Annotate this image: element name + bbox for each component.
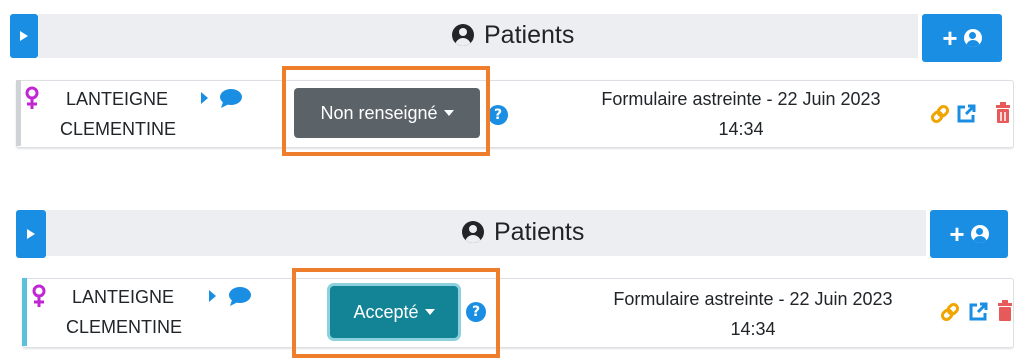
expand-sidebar-button[interactable] (16, 210, 46, 258)
plus-icon: + (949, 219, 965, 249)
comment-icon[interactable] (228, 286, 252, 306)
user-circle-icon (963, 29, 982, 47)
user-circle-icon (970, 225, 989, 243)
panel-title: Patients (462, 214, 584, 250)
question-circle-icon[interactable]: ? (488, 105, 508, 125)
user-circle-icon (452, 24, 474, 46)
patient-name: LANTEIGNE CLEMENTINE (60, 89, 177, 139)
patient-name: LANTEIGNE CLEMENTINE (66, 287, 183, 337)
link-icon[interactable] (930, 104, 950, 124)
add-patient-button[interactable]: + (922, 14, 1002, 62)
external-link-icon[interactable] (968, 302, 988, 322)
form-info: Formulaire astreinte - 22 Juin 2023 14:3… (613, 289, 893, 339)
form-info: Formulaire astreinte - 22 Juin 2023 14:3… (601, 89, 881, 139)
highlight-box (292, 268, 500, 358)
row-accent-bar (22, 278, 27, 346)
highlight-box (282, 66, 490, 156)
chevron-right-icon (27, 229, 35, 239)
trash-icon[interactable] (994, 102, 1012, 124)
trash-icon[interactable] (996, 300, 1014, 322)
user-circle-icon (462, 221, 484, 243)
comment-icon[interactable] (219, 88, 243, 108)
female-icon (32, 284, 46, 307)
caret-right-icon[interactable] (209, 290, 217, 302)
plus-icon: + (942, 23, 958, 53)
expand-sidebar-button[interactable] (10, 14, 38, 58)
add-patient-button[interactable]: + (930, 210, 1008, 258)
caret-right-icon[interactable] (201, 92, 209, 104)
link-icon[interactable] (940, 302, 960, 322)
chevron-right-icon (20, 31, 28, 41)
panel-title: Patients (452, 18, 574, 52)
external-link-icon[interactable] (956, 104, 976, 124)
row-accent-bar (16, 80, 21, 146)
female-icon (25, 86, 39, 109)
